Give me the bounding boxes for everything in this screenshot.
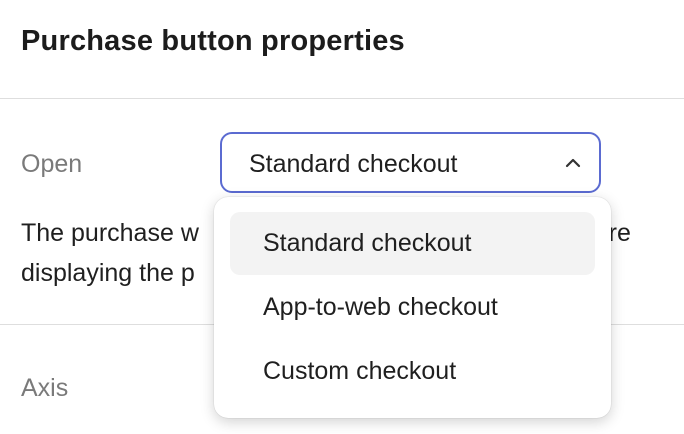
chevron-up-icon — [565, 158, 581, 168]
panel-title: Purchase button properties — [21, 25, 405, 57]
panel-header: Purchase button properties — [0, 0, 684, 99]
open-select[interactable]: Standard checkout — [220, 132, 601, 193]
option-label: App-to-web checkout — [263, 293, 498, 321]
option-custom-checkout[interactable]: Custom checkout — [230, 340, 595, 403]
open-field-label: Open — [21, 150, 83, 178]
open-select-dropdown: Standard checkout App-to-web checkout Cu… — [214, 197, 611, 418]
axis-field-label: Axis — [21, 374, 69, 402]
option-label: Standard checkout — [263, 229, 472, 257]
purchase-button-properties-panel: Purchase button properties Open Standard… — [0, 0, 684, 434]
option-app-to-web-checkout[interactable]: App-to-web checkout — [230, 276, 595, 339]
option-label: Custom checkout — [263, 357, 457, 385]
option-standard-checkout[interactable]: Standard checkout — [230, 212, 595, 275]
open-select-value: Standard checkout — [249, 150, 458, 178]
